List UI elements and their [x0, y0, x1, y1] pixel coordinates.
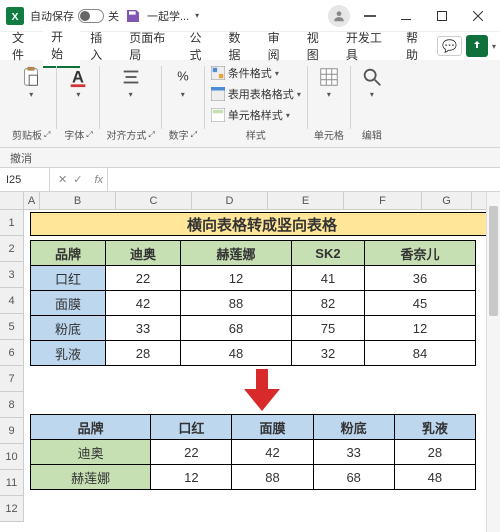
group-styles: 条件格式▾ 表用表格格式▾ 单元格样式▾ 样式: [205, 62, 307, 147]
tab-review[interactable]: 审阅: [260, 25, 297, 67]
tab-data[interactable]: 数据: [221, 25, 258, 67]
doc-name: 一起学...: [147, 8, 189, 24]
group-cells: ▾ 单元格: [308, 62, 350, 147]
save-icon[interactable]: [125, 8, 141, 24]
cell-style-button[interactable]: 单元格样式▾: [211, 106, 290, 124]
svg-text:%: %: [177, 69, 188, 84]
tab-help[interactable]: 帮助: [398, 25, 435, 67]
editing-button[interactable]: ▾: [357, 64, 387, 101]
group-align: ▾ 对齐方式⤢: [100, 62, 160, 147]
undo-label[interactable]: 撤消: [10, 150, 32, 166]
tab-view[interactable]: 视图: [299, 25, 336, 67]
user-avatar[interactable]: [328, 5, 350, 27]
toggle-off-icon: [78, 9, 104, 23]
number-button[interactable]: % ▾: [168, 64, 198, 101]
autosave-toggle[interactable]: 自动保存 关: [30, 8, 119, 24]
chevron-down-icon[interactable]: ▾: [195, 11, 199, 20]
svg-text:A: A: [72, 69, 84, 87]
cond-format-button[interactable]: 条件格式▾: [211, 64, 279, 82]
tab-formulas[interactable]: 公式: [181, 25, 218, 67]
chevron-down-icon[interactable]: ▾: [492, 42, 496, 51]
vertical-scrollbar[interactable]: [486, 192, 500, 532]
align-button[interactable]: ▾: [116, 64, 146, 101]
select-all[interactable]: [0, 192, 24, 210]
group-number: % ▾ 数字⤢: [162, 62, 204, 147]
confirm-icon[interactable]: ✓: [73, 173, 82, 186]
paste-button[interactable]: ▾: [16, 64, 46, 101]
row-headers[interactable]: 123456789101112: [0, 210, 24, 522]
tab-file[interactable]: 文件: [4, 25, 41, 67]
arrow-down-icon: [28, 369, 496, 411]
tab-developer[interactable]: 开发工具: [338, 25, 396, 67]
comments-button[interactable]: 💬: [437, 36, 462, 56]
column-headers[interactable]: ABCDEFG: [24, 192, 500, 210]
group-font: A ▾ 字体⤢: [57, 62, 99, 147]
formula-input[interactable]: [107, 168, 500, 191]
close-button[interactable]: [462, 2, 494, 30]
tab-insert[interactable]: 插入: [82, 25, 119, 67]
share-button[interactable]: [466, 35, 488, 57]
excel-icon: X: [6, 7, 24, 25]
cells-button[interactable]: ▾: [314, 64, 344, 101]
font-button[interactable]: A ▾: [63, 64, 93, 101]
title-cell[interactable]: 横向表格转成竖向表格: [30, 212, 494, 236]
name-box[interactable]: I25: [0, 168, 50, 191]
fx-label: fx: [90, 174, 107, 186]
table-horizontal[interactable]: 品牌迪奥赫莲娜SK2香奈儿 口红22124136 面膜42888245 粉底33…: [30, 240, 476, 366]
cancel-icon[interactable]: ✕: [58, 173, 67, 186]
group-clipboard: ▾ 剪贴板⤢: [6, 62, 56, 147]
svg-text:X: X: [11, 10, 18, 22]
table-vertical[interactable]: 品牌口红面膜粉底乳液 迪奥22423328 赫莲娜12886848: [30, 414, 476, 490]
table-format-button[interactable]: 表用表格格式▾: [211, 85, 301, 103]
tab-layout[interactable]: 页面布局: [121, 25, 179, 67]
group-editing: ▾ 编辑: [351, 62, 393, 147]
